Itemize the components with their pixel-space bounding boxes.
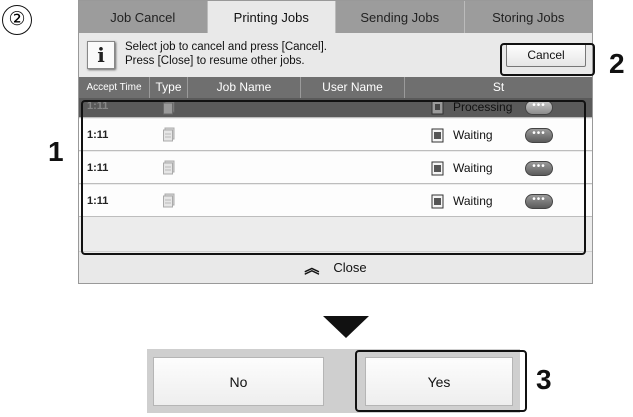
job-table-header: Accept Time Type Job Name User Name St <box>79 77 592 98</box>
no-button[interactable]: No <box>153 357 324 406</box>
double-chevron-up-icon: ︽ <box>304 260 320 277</box>
job-list-highlight <box>81 100 586 255</box>
close-label: Close <box>333 260 367 275</box>
tab-bar: Job Cancel Printing Jobs Sending Jobs St… <box>79 1 592 33</box>
info-icon: i <box>87 41 115 69</box>
column-accept-time[interactable]: Accept Time <box>79 77 150 98</box>
column-status[interactable]: St <box>405 77 592 98</box>
instruction-line-2: Press [Close] to resume other jobs. <box>125 55 305 67</box>
instruction-line-1: Select job to cancel and press [Cancel]. <box>125 41 328 53</box>
tab-storing-jobs[interactable]: Storing Jobs <box>464 1 592 33</box>
tab-sending-jobs[interactable]: Sending Jobs <box>336 1 465 33</box>
step-number-marker: ② <box>2 5 32 35</box>
callout-1: 1 <box>48 136 64 167</box>
tab-job-cancel[interactable]: Job Cancel <box>79 1 208 33</box>
down-arrow-icon <box>323 316 369 338</box>
close-button[interactable]: ︽ Close <box>79 252 592 283</box>
instruction-message: Select job to cancel and press [Cancel].… <box>125 40 327 68</box>
callout-3: 3 <box>536 364 552 395</box>
yes-button-highlight <box>355 350 527 412</box>
cancel-button-highlight <box>500 43 595 76</box>
column-user-name[interactable]: User Name <box>301 77 405 98</box>
column-type[interactable]: Type <box>150 77 188 98</box>
column-job-name[interactable]: Job Name <box>188 77 301 98</box>
callout-2: 2 <box>609 48 625 79</box>
tab-printing-jobs[interactable]: Printing Jobs <box>207 1 336 33</box>
